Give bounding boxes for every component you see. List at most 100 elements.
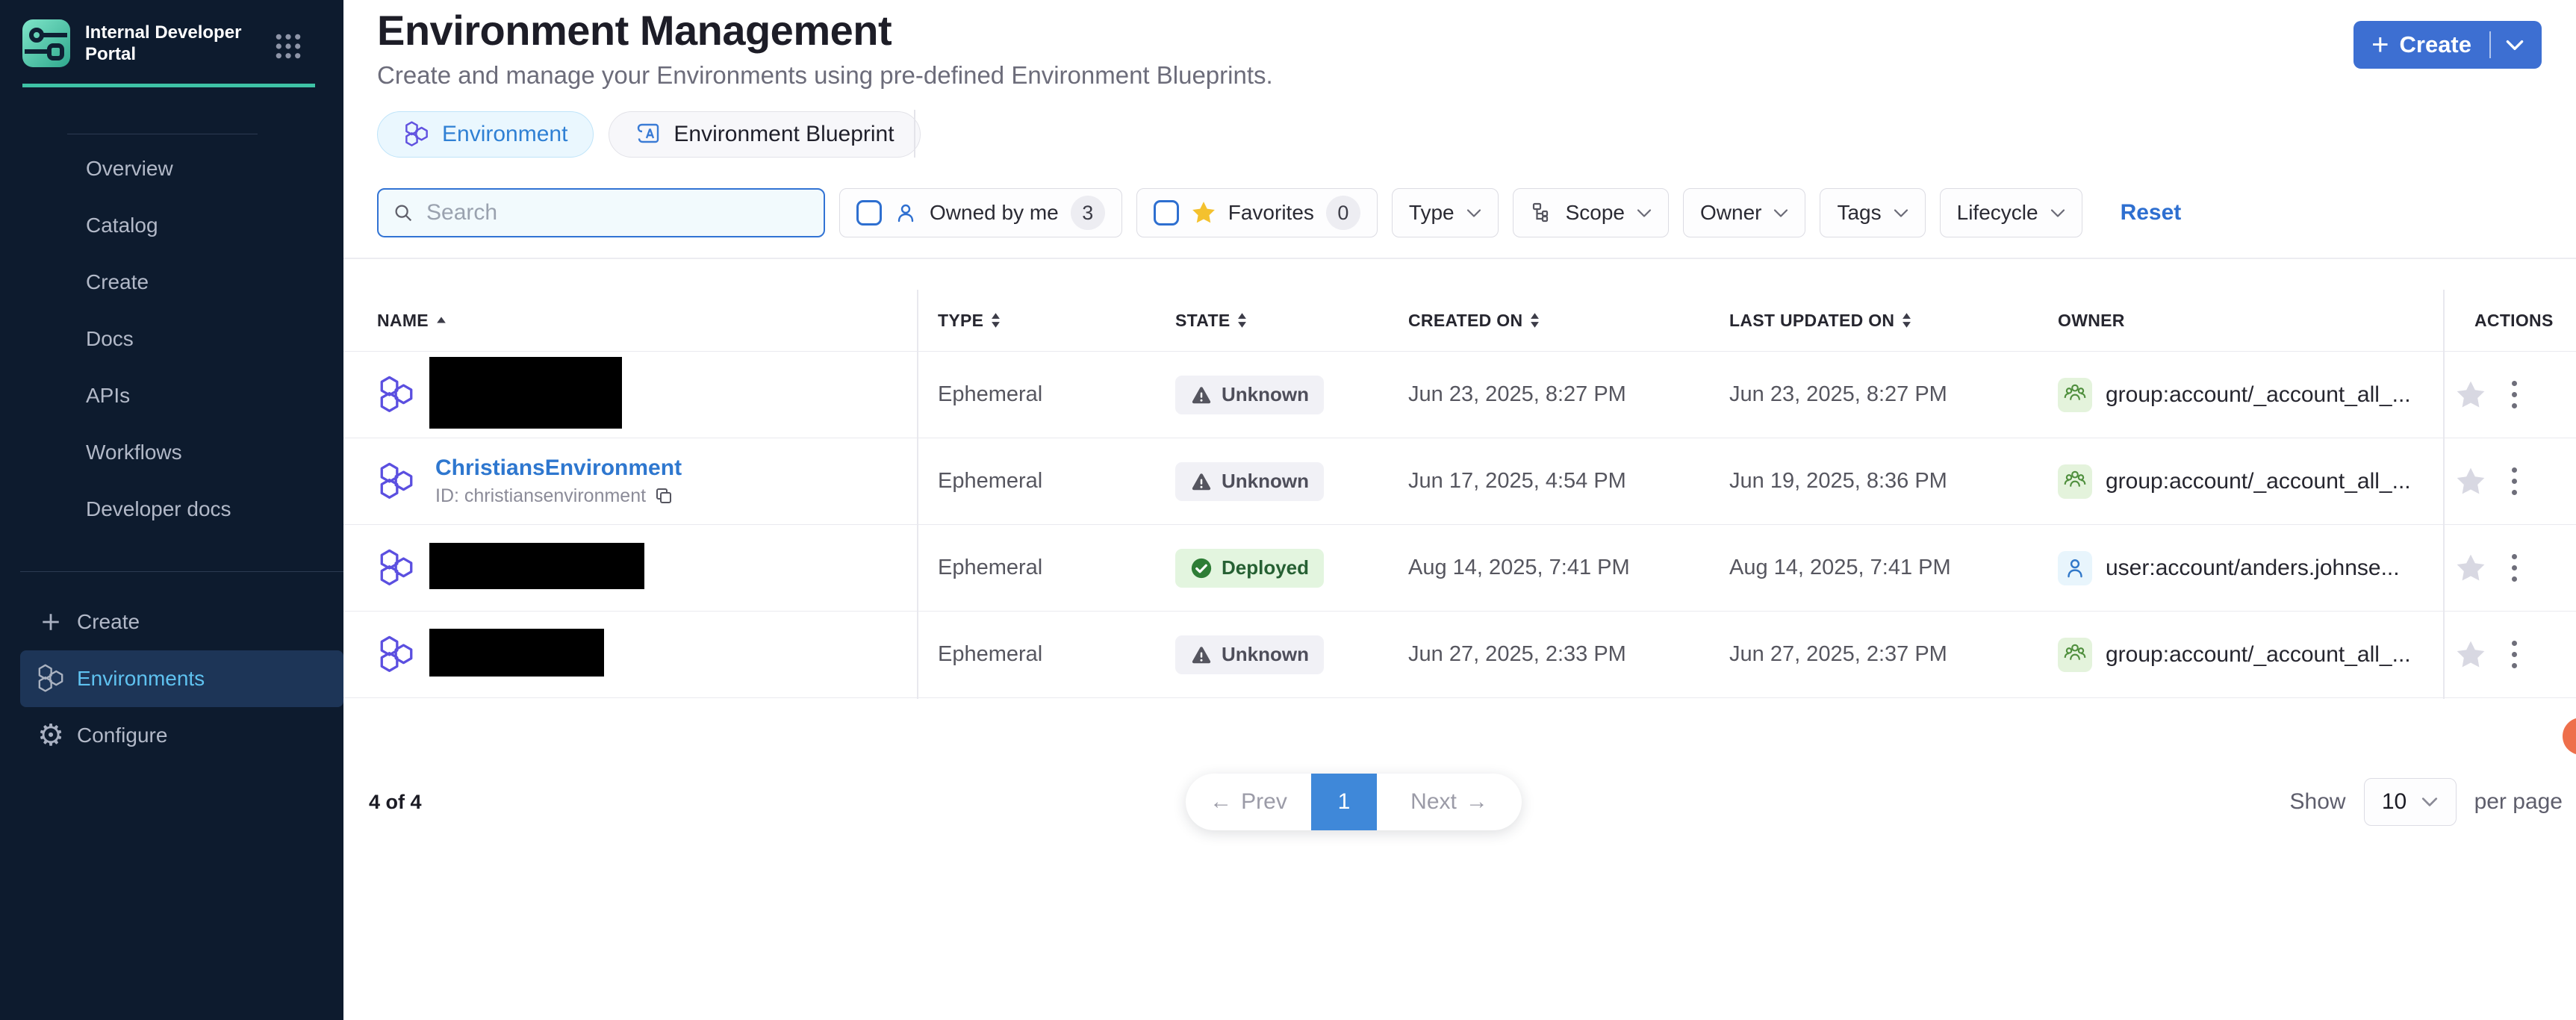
row-menu-icon[interactable] [2509, 464, 2520, 498]
favorites-checkbox[interactable] [1154, 200, 1179, 226]
column-header-state[interactable]: STATE [1154, 311, 1387, 331]
row-menu-icon[interactable] [2509, 551, 2520, 585]
sidebar-item-developer-docs[interactable]: Developer docs [0, 481, 343, 538]
sidebar-item-environments[interactable]: Environments [20, 650, 343, 707]
pagination-bar: 4 of 4 ← Prev 1 Next → Show 10 per page [343, 774, 2576, 830]
name-cell [343, 543, 917, 593]
entity-tabs: Environment Environment Blueprint [377, 111, 921, 158]
tab-environment-blueprint[interactable]: Environment Blueprint [609, 111, 920, 158]
owner-cell: group:account/_account_all_... [2037, 464, 2443, 499]
divider [20, 571, 343, 572]
page-number-active[interactable]: 1 [1311, 774, 1377, 830]
create-button-label: Create [2400, 31, 2472, 58]
group-icon [2062, 467, 2088, 496]
sidebar-item-docs[interactable]: Docs [0, 311, 343, 367]
name-cell [343, 629, 917, 680]
name-cell: ChristiansEnvironment ID: christiansenvi… [343, 455, 917, 507]
last-updated-cell: Aug 14, 2025, 7:41 PM [1708, 556, 2037, 580]
filter-favorites[interactable]: Favorites 0 [1136, 188, 1378, 237]
reset-filters-button[interactable]: Reset [2121, 200, 2182, 226]
tab-environment[interactable]: Environment [377, 111, 594, 158]
environment-name-link[interactable]: ChristiansEnvironment [435, 455, 682, 481]
filter-type[interactable]: Type [1392, 188, 1499, 237]
portal-logo-icon [22, 19, 70, 67]
gear-icon: ⚙ [36, 719, 66, 752]
sidebar-item-label: Catalog [86, 214, 158, 237]
app-root: Internal Developer Portal Overview Catalo… [0, 0, 2576, 1020]
sidebar-item-overview[interactable]: Overview [0, 140, 343, 197]
owner-ref: group:account/_account_all_... [2106, 382, 2411, 408]
arrow-left-icon: ← [1210, 789, 1232, 815]
environment-icon [377, 635, 416, 674]
show-label: Show [2290, 789, 2346, 815]
owner-kind-icon [2058, 378, 2092, 412]
favorite-star-icon[interactable] [2455, 379, 2486, 411]
favorite-star-icon[interactable] [2455, 466, 2486, 497]
prev-page-button[interactable]: ← Prev [1186, 774, 1311, 830]
owner-cell: group:account/_account_all_... [2037, 638, 2443, 672]
sort-icon [1530, 312, 1540, 329]
person-icon [894, 201, 918, 225]
filter-label: Owner [1700, 201, 1761, 225]
check-circle-icon [1190, 557, 1213, 579]
favorite-star-icon[interactable] [2455, 553, 2486, 584]
tab-label: Environment Blueprint [673, 122, 894, 147]
brand: Internal Developer Portal [22, 19, 264, 67]
warning-icon [1190, 384, 1213, 406]
column-header-last-updated-on[interactable]: LAST UPDATED ON [1708, 311, 2037, 331]
sidebar-item-label: Environments [77, 667, 205, 691]
divider [2489, 31, 2491, 58]
column-header-created-on[interactable]: CREATED ON [1387, 311, 1708, 331]
filter-owned-by-me[interactable]: Owned by me 3 [839, 188, 1122, 237]
filter-label: Favorites [1228, 201, 1314, 225]
filter-lifecycle[interactable]: Lifecycle [1940, 188, 2082, 237]
warning-icon [1190, 644, 1213, 666]
sidebar-item-catalog[interactable]: Catalog [0, 197, 343, 254]
sidebar-item-create[interactable]: Create [20, 594, 343, 650]
state-label: Unknown [1222, 470, 1309, 493]
sidebar-item-label: Create [86, 270, 149, 294]
chevron-down-icon [2050, 208, 2065, 218]
page-size-select[interactable]: 10 [2364, 778, 2457, 826]
app-switcher-icon[interactable] [275, 33, 302, 60]
column-header-type[interactable]: TYPE [917, 311, 1154, 331]
sidebar-item-create[interactable]: Create [0, 254, 343, 311]
owner-kind-icon [2058, 638, 2092, 672]
divider [914, 110, 915, 158]
state-cell: Unknown [1154, 635, 1387, 674]
owned-by-me-count: 3 [1071, 196, 1105, 230]
owned-by-me-checkbox[interactable] [856, 200, 882, 226]
page-subtitle: Create and manage your Environments usin… [377, 61, 1273, 90]
created-on-cell: Jun 17, 2025, 4:54 PM [1387, 469, 1708, 494]
filter-owner[interactable]: Owner [1683, 188, 1805, 237]
chevron-down-icon [1773, 208, 1788, 218]
row-menu-icon[interactable] [2509, 378, 2520, 411]
last-updated-cell: Jun 19, 2025, 8:36 PM [1708, 469, 2037, 494]
column-header-actions: ACTIONS [2443, 311, 2576, 331]
sidebar-item-label: Create [77, 610, 140, 634]
column-header-owner: OWNER [2037, 311, 2443, 331]
sidebar-item-apis[interactable]: APIs [0, 367, 343, 424]
redacted-name [429, 357, 622, 429]
favorite-star-icon[interactable] [2455, 639, 2486, 671]
row-menu-icon[interactable] [2509, 638, 2520, 671]
copy-icon[interactable] [653, 486, 674, 507]
search-input[interactable] [426, 200, 800, 226]
column-header-name[interactable]: NAME [343, 311, 917, 331]
environment-icon [377, 376, 416, 414]
chevron-down-icon [1894, 208, 1908, 218]
next-page-button[interactable]: Next → [1377, 774, 1522, 830]
sidebar-item-workflows[interactable]: Workflows [0, 424, 343, 481]
chevron-down-icon [1637, 208, 1652, 218]
create-split-button[interactable]: + Create [2353, 21, 2542, 69]
plus-icon: + [2371, 30, 2389, 60]
filter-scope[interactable]: Scope [1513, 188, 1669, 237]
chevron-down-icon[interactable] [2506, 40, 2524, 51]
owner-cell: user:account/anders.johnse... [2037, 551, 2443, 585]
user-icon [2062, 556, 2088, 581]
search-box [377, 188, 825, 237]
sidebar-item-configure[interactable]: ⚙ Configure [20, 707, 343, 764]
actions-cell [2443, 638, 2576, 671]
sort-asc-icon [436, 317, 447, 324]
filter-tags[interactable]: Tags [1820, 188, 1925, 237]
